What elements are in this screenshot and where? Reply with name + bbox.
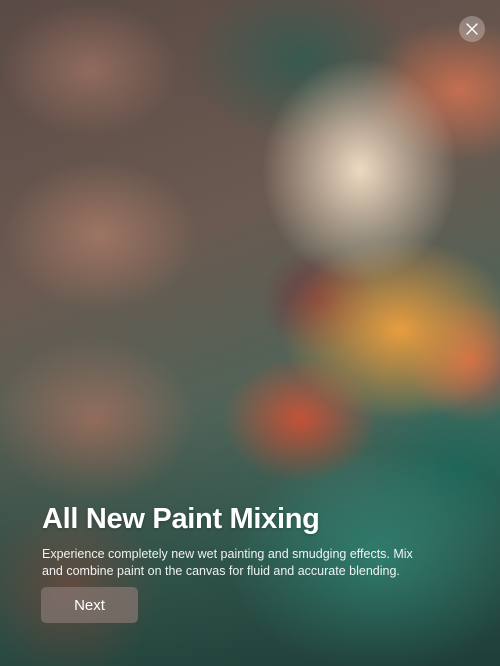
- next-button[interactable]: Next: [41, 587, 138, 623]
- feature-description: Experience completely new wet painting a…: [42, 547, 413, 578]
- onboarding-screen: All New Paint Mixing Experience complete…: [0, 0, 500, 666]
- close-button[interactable]: [459, 16, 485, 42]
- close-icon: [466, 23, 478, 35]
- onboarding-content: All New Paint Mixing Experience complete…: [42, 500, 462, 580]
- feature-title: All New Paint Mixing: [42, 503, 320, 535]
